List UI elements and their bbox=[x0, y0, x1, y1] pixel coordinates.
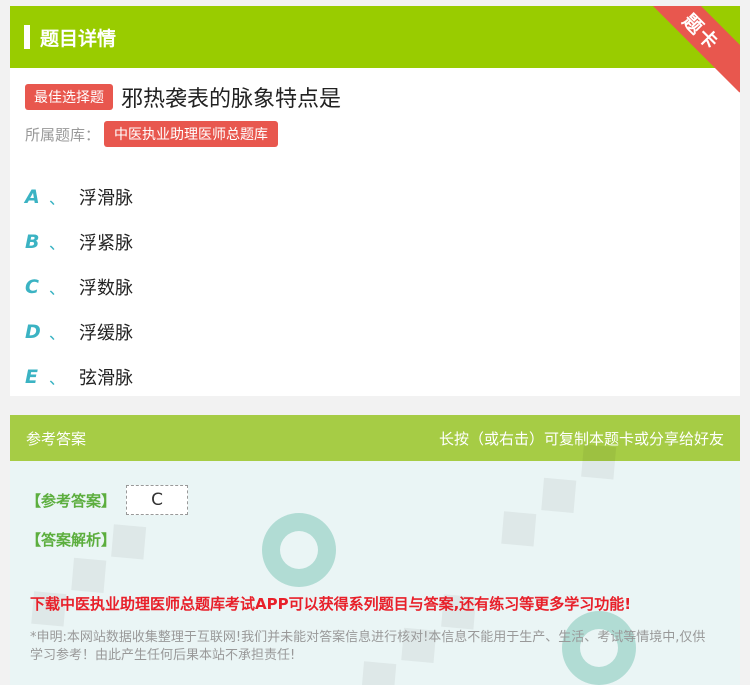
option-separator: 、 bbox=[49, 233, 66, 253]
watermark-mark-icon: ◆◆◆ bbox=[335, 562, 501, 685]
option-separator: 、 bbox=[49, 323, 66, 343]
watermark-logo-icon bbox=[262, 513, 336, 587]
bank-link[interactable]: 中医执业助理医师总题库 bbox=[104, 121, 279, 147]
option-letter: B bbox=[25, 230, 40, 253]
header-accent-bar bbox=[24, 25, 30, 49]
download-promo-link[interactable]: 下载中医执业助理医师总题库考试APP可以获得系列题目与答案,还有练习等更多学习功… bbox=[30, 593, 631, 614]
option-text: 浮数脉 bbox=[79, 277, 134, 299]
option-e[interactable]: E 、 弦滑脉 bbox=[25, 354, 133, 396]
disclaimer-text: *申明:本网站数据收集整理于互联网!我们并未能对答案信息进行核对!本信息不能用于… bbox=[30, 630, 706, 663]
option-separator: 、 bbox=[49, 278, 66, 298]
bank-label: 所属题库： bbox=[25, 125, 101, 144]
card-header: 题目详情 题卡 bbox=[10, 6, 740, 93]
option-c[interactable]: C 、 浮数脉 bbox=[25, 264, 133, 309]
option-d[interactable]: D 、 浮缓脉 bbox=[25, 309, 133, 354]
option-text: 弦滑脉 bbox=[79, 367, 134, 389]
option-text: 浮紧脉 bbox=[79, 232, 134, 254]
question-card: 题目详情 题卡 最佳选择题 邪热袭表的脉象特点是 所属题库： 中医执业助理医师总… bbox=[10, 6, 740, 396]
option-letter: C bbox=[25, 275, 39, 298]
answer-value: C bbox=[126, 485, 189, 515]
card-ribbon: 题卡 bbox=[640, 6, 740, 93]
option-b[interactable]: B 、 浮紧脉 bbox=[25, 219, 133, 264]
bank-row: 所属题库： 中医执业助理医师总题库 bbox=[25, 121, 279, 147]
answer-label: 【参考答案】 bbox=[26, 491, 117, 510]
option-separator: 、 bbox=[49, 188, 66, 208]
answer-row: 【参考答案】 C bbox=[26, 485, 189, 515]
question-type-tag: 最佳选择题 bbox=[25, 84, 113, 110]
answer-title: 参考答案 bbox=[26, 429, 87, 448]
option-a[interactable]: A 、 浮滑脉 bbox=[25, 174, 133, 219]
option-text: 浮滑脉 bbox=[79, 187, 134, 209]
option-text: 浮缓脉 bbox=[79, 322, 134, 344]
options-list: A 、 浮滑脉 B 、 浮紧脉 C 、 浮数脉 D 、 浮缓脉 E 、 弦滑脉 bbox=[25, 174, 133, 396]
option-letter: E bbox=[25, 365, 38, 388]
answer-card: 参考答案 长按（或右击）可复制本题卡或分享给好友 ◆◆◆ ◆◆◆ ◆◆◆ 【参考… bbox=[10, 415, 740, 685]
option-letter: D bbox=[25, 320, 41, 343]
question-row: 最佳选择题 邪热袭表的脉象特点是 bbox=[25, 81, 341, 113]
watermark-mark-icon: ◆◆◆ bbox=[10, 492, 171, 648]
question-text: 邪热袭表的脉象特点是 bbox=[121, 87, 342, 112]
analysis-label: 【答案解析】 bbox=[26, 531, 117, 549]
option-separator: 、 bbox=[49, 368, 66, 388]
option-letter: A bbox=[25, 185, 40, 208]
page-title: 题目详情 bbox=[40, 27, 117, 50]
